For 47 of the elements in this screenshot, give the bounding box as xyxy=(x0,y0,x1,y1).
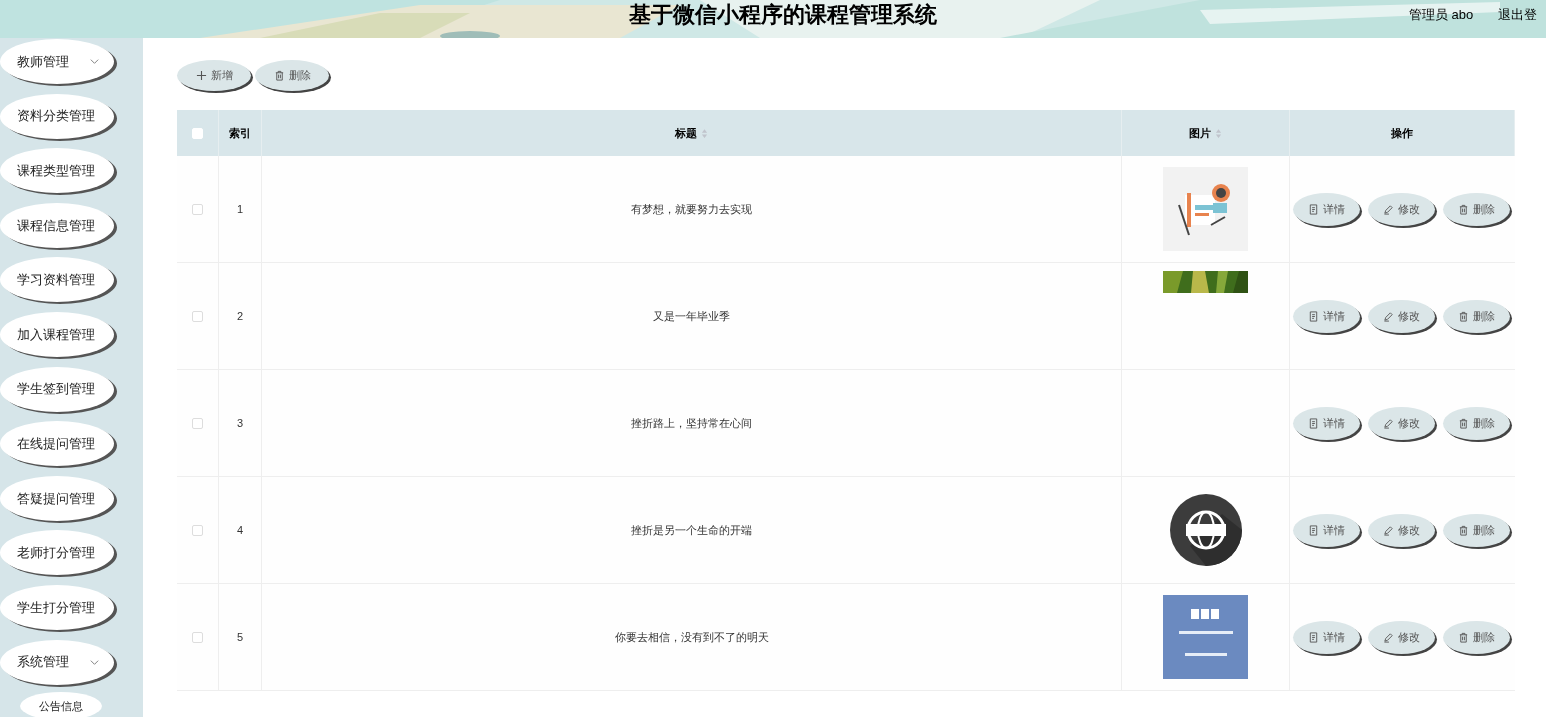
menu-item[interactable]: 学习资料管理 xyxy=(0,257,114,303)
table-cell-text: 挫折是另一个生命的开端 xyxy=(631,522,752,538)
menu-item[interactable]: 课程信息管理 xyxy=(0,202,114,248)
column-header: 索引 xyxy=(229,125,251,141)
menu-item[interactable]: 学生打分管理 xyxy=(0,584,114,630)
table-cell-text: 3 xyxy=(236,415,244,431)
table-cell-text: 你要去相信，没有到不了的明天 xyxy=(614,629,769,645)
page-title: 基于微信小程序的课程管理系统 xyxy=(629,1,937,29)
edit-button[interactable]: 修改 xyxy=(1368,299,1435,333)
menu-item[interactable]: 课程类型管理 xyxy=(0,148,114,194)
delete-button[interactable]: 删除 xyxy=(1443,406,1510,440)
edit-button[interactable]: 修改 xyxy=(1368,192,1435,226)
detail-button[interactable]: 详情 xyxy=(1293,406,1360,440)
user-name: 管理员 abo xyxy=(1409,6,1474,24)
table-cell-text: 5 xyxy=(236,629,244,645)
detail-button[interactable]: 详情 xyxy=(1293,620,1360,654)
table-cell-text: 又是一年毕业季 xyxy=(653,308,730,324)
table-cell-text: 4 xyxy=(236,522,244,538)
menu-item[interactable]: 加入课程管理 xyxy=(0,311,114,357)
menu-item[interactable]: 资料分类管理 xyxy=(0,93,114,139)
menu-item[interactable]: 教师管理 xyxy=(0,39,114,84)
table-cell-text: 有梦想，就要努力去实现 xyxy=(631,201,752,217)
detail-button[interactable]: 详情 xyxy=(1293,192,1360,226)
menu-item[interactable]: 在线提问管理 xyxy=(0,421,114,467)
delete-button[interactable]: 删除 xyxy=(1443,513,1510,547)
submenu-item[interactable]: 公告信息 xyxy=(20,692,102,717)
edit-button[interactable]: 修改 xyxy=(1368,620,1435,654)
edit-button[interactable]: 修改 xyxy=(1368,406,1435,440)
logout-link[interactable]: 退出登 xyxy=(1498,5,1537,25)
delete-button[interactable]: 删除 xyxy=(255,60,329,91)
delete-button[interactable]: 删除 xyxy=(1443,620,1510,654)
column-header[interactable]: 标题 xyxy=(675,124,697,142)
table-cell-text: 挫折路上，坚持常在心间 xyxy=(631,415,752,431)
table-cell-text: 2 xyxy=(236,308,244,324)
delete-button[interactable]: 删除 xyxy=(1443,299,1510,333)
menu-item[interactable]: 学生签到管理 xyxy=(0,366,114,412)
table-cell-text: 1 xyxy=(236,201,244,217)
detail-button[interactable]: 详情 xyxy=(1293,299,1360,333)
menu-item[interactable]: 系统管理 xyxy=(0,639,114,685)
column-header[interactable]: 图片 xyxy=(1189,124,1211,142)
column-header: 操作 xyxy=(1391,125,1413,141)
delete-button[interactable]: 删除 xyxy=(1443,192,1510,226)
menu-item[interactable]: 老师打分管理 xyxy=(0,530,114,576)
add-button[interactable]: 新增 xyxy=(177,60,251,91)
edit-button[interactable]: 修改 xyxy=(1368,513,1435,547)
detail-button[interactable]: 详情 xyxy=(1293,513,1360,547)
menu-item[interactable]: 答疑提问管理 xyxy=(0,475,114,521)
